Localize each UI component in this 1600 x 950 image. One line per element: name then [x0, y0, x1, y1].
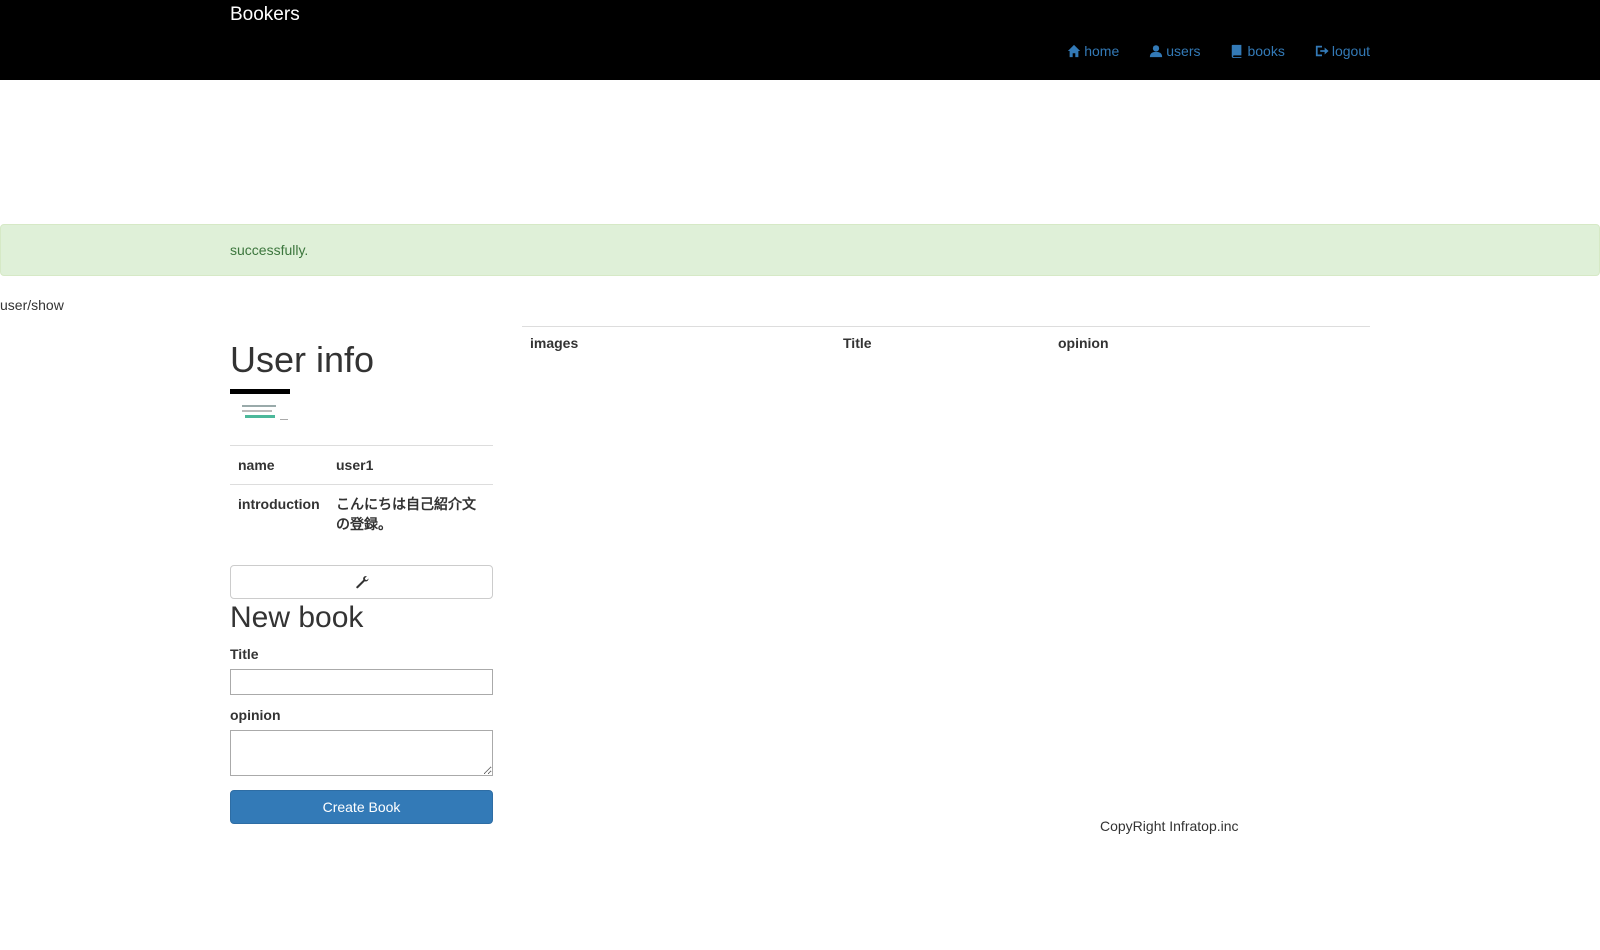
table-row: name user1: [230, 445, 493, 485]
nav-links: home users books logout: [1067, 43, 1370, 59]
heading-underline: [230, 389, 290, 394]
opinion-column-header: opinion: [1050, 326, 1370, 359]
nav-users-link[interactable]: users: [1149, 43, 1200, 59]
images-column-header: images: [522, 326, 835, 359]
nav-books-link[interactable]: books: [1230, 43, 1285, 59]
title-input[interactable]: [230, 669, 493, 695]
user-info-heading: User info: [230, 339, 375, 380]
nav-logout-link[interactable]: logout: [1315, 43, 1370, 59]
flash-alert: successfully.: [0, 224, 1600, 276]
nav-home-link[interactable]: home: [1067, 43, 1119, 59]
sidebar: User info name user1 introduction こんにちは自…: [230, 340, 493, 824]
nav-books-label: books: [1247, 43, 1285, 59]
navbar: Bookers home users books logout: [0, 0, 1600, 80]
name-key: name: [230, 445, 328, 485]
book-icon: [1232, 44, 1242, 58]
introduction-key: introduction: [230, 484, 328, 543]
footer-copyright: CopyRight Infratop.inc: [1100, 818, 1239, 834]
title-label: Title: [230, 646, 259, 662]
name-value: user1: [328, 445, 493, 485]
table-header-row: images Title opinion: [522, 326, 1370, 359]
brand-logo[interactable]: Bookers: [230, 4, 300, 26]
opinion-label: opinion: [230, 707, 281, 723]
profile-image: [242, 403, 290, 425]
introduction-value: こんにちは自己紹介文の登録。: [328, 484, 493, 543]
user-info-table: name user1 introduction こんにちは自己紹介文の登録。: [230, 445, 493, 543]
nav-logout-label: logout: [1331, 43, 1370, 59]
flash-message: successfully.: [230, 242, 309, 258]
books-table: images Title opinion: [522, 326, 1370, 359]
edit-profile-button[interactable]: [230, 565, 493, 599]
opinion-textarea[interactable]: [230, 730, 493, 776]
home-icon: [1068, 44, 1081, 58]
logout-icon: [1315, 45, 1329, 57]
nav-users-label: users: [1166, 43, 1201, 59]
create-book-button[interactable]: Create Book: [230, 790, 493, 824]
nav-home-label: home: [1084, 43, 1120, 59]
title-column-header: Title: [835, 326, 1050, 359]
new-book-heading: New book: [230, 601, 364, 634]
table-row: introduction こんにちは自己紹介文の登録。: [230, 484, 493, 543]
wrench-icon: [355, 576, 368, 589]
user-icon: [1150, 45, 1163, 58]
route-label: user/show: [0, 297, 64, 313]
